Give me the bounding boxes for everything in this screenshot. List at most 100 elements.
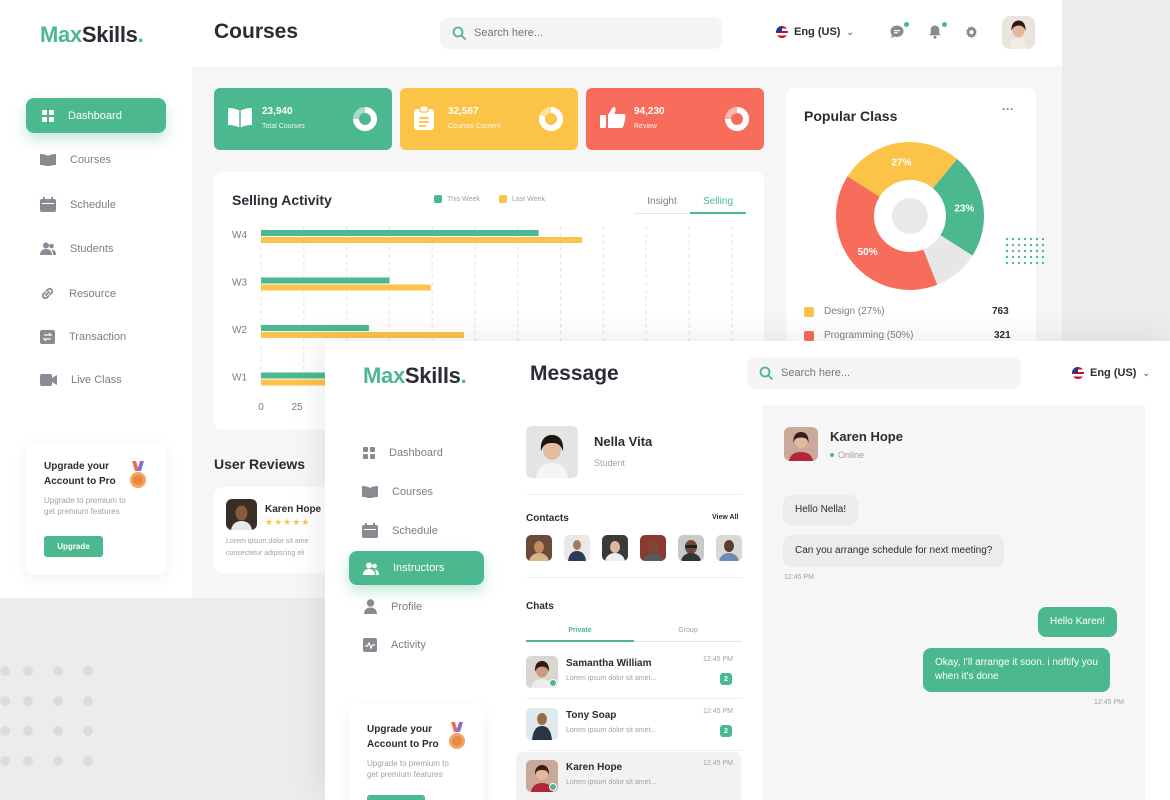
reviewer-avatar bbox=[226, 499, 257, 530]
chat-time: 12:45 PM bbox=[703, 708, 733, 715]
nav-label: Courses bbox=[70, 153, 111, 166]
slice-label: 23% bbox=[954, 203, 974, 214]
legend-swatch bbox=[804, 306, 814, 317]
divider bbox=[526, 577, 742, 578]
legend-label: This Week bbox=[447, 195, 480, 203]
contact-avatar[interactable] bbox=[640, 535, 666, 561]
profile-avatar[interactable] bbox=[526, 426, 578, 478]
stat-card-review[interactable]: 94,230 Review bbox=[586, 88, 764, 150]
nav-live-class[interactable]: Live Class bbox=[40, 374, 122, 386]
y-tick-label: W1 bbox=[232, 373, 247, 384]
bar-this-week bbox=[261, 372, 326, 379]
nav-schedule[interactable]: Schedule bbox=[362, 523, 438, 538]
message-window: MaxSkills. Message Eng (US) ⌄ Dashboard … bbox=[325, 341, 1170, 800]
language-label: Eng (US) bbox=[794, 26, 841, 38]
calendar-icon bbox=[362, 523, 378, 538]
review-text-line2: consectetur adipiscing eli bbox=[226, 550, 305, 557]
contact-avatar[interactable] bbox=[526, 535, 552, 561]
logo-max: Max bbox=[40, 22, 82, 47]
nav-dashboard[interactable]: Dashboard bbox=[363, 447, 443, 459]
legend-value: 321 bbox=[994, 330, 1011, 341]
upgrade-button[interactable] bbox=[367, 795, 425, 800]
divider bbox=[526, 698, 742, 699]
nav-label: Instructors bbox=[393, 562, 445, 574]
message-bubble-sent: Okay, I'll arrange it soon. i noftify yo… bbox=[923, 648, 1110, 692]
more-options-icon[interactable]: ··· bbox=[1002, 102, 1014, 116]
chat-icon[interactable] bbox=[889, 22, 909, 42]
legend-last-week: Last Week bbox=[499, 195, 545, 203]
chat-avatar bbox=[526, 708, 558, 740]
chat-item-samantha[interactable]: Samantha William Lorem ipsum dolor sit a… bbox=[516, 648, 741, 698]
chat-item-tony[interactable]: Tony Soap Lorem ipsum dolor sit amet... … bbox=[516, 700, 741, 750]
legend-swatch bbox=[499, 195, 507, 203]
search-bar[interactable] bbox=[747, 357, 1021, 389]
tab-selling[interactable]: Selling bbox=[690, 190, 746, 214]
tab-insight[interactable]: Insight bbox=[634, 190, 690, 214]
chat-item-karen[interactable]: Karen Hope Lorem ipsum dolor sit amet...… bbox=[516, 752, 741, 800]
contact-avatar[interactable] bbox=[716, 535, 742, 561]
stat-value: 94,230 bbox=[634, 106, 665, 117]
user-avatar[interactable] bbox=[1002, 16, 1035, 49]
logo[interactable]: MaxSkills. bbox=[40, 22, 144, 48]
logo[interactable]: MaxSkills. bbox=[363, 363, 467, 389]
stat-card-courses-content[interactable]: 32,567 Courses Content bbox=[400, 88, 578, 150]
contact-avatar[interactable] bbox=[602, 535, 628, 561]
chevron-down-icon: ⌄ bbox=[846, 26, 854, 37]
contact-avatar[interactable] bbox=[564, 535, 590, 561]
nav-activity[interactable]: Activity bbox=[363, 638, 426, 652]
nav-courses[interactable]: Courses bbox=[362, 485, 433, 498]
message-time: 12:45 PM bbox=[1094, 699, 1124, 706]
search-input[interactable] bbox=[781, 367, 981, 379]
bar-last-week bbox=[261, 284, 431, 291]
conversation-avatar[interactable] bbox=[784, 427, 818, 461]
popular-class-donut: 27% 23% 50% bbox=[836, 141, 984, 291]
slice-label: 50% bbox=[858, 247, 878, 258]
nav-dashboard[interactable]: Dashboard bbox=[26, 98, 166, 133]
tab-private[interactable]: Private bbox=[526, 620, 634, 642]
search-bar[interactable] bbox=[440, 17, 722, 49]
logo-skills: Skills bbox=[404, 363, 461, 388]
contact-avatar[interactable] bbox=[678, 535, 704, 561]
search-input[interactable] bbox=[474, 27, 674, 39]
gear-icon[interactable] bbox=[964, 25, 982, 43]
nav-courses[interactable]: Courses bbox=[40, 153, 111, 166]
nav-students[interactable]: Students bbox=[40, 242, 113, 255]
view-all-link[interactable]: View All bbox=[712, 514, 738, 521]
stat-donut bbox=[539, 107, 563, 131]
language-selector[interactable]: Eng (US) ⌄ bbox=[776, 26, 854, 38]
stat-label: Courses Content bbox=[448, 123, 501, 130]
nav-schedule[interactable]: Schedule bbox=[40, 197, 116, 212]
bar-last-week bbox=[261, 332, 465, 338]
online-status: Online bbox=[830, 450, 864, 460]
upgrade-subtitle-line2: get premium features bbox=[44, 507, 120, 516]
status-dot bbox=[830, 453, 834, 457]
language-selector[interactable]: Eng (US) ⌄ bbox=[1072, 367, 1150, 379]
message-time: 12:45 PM bbox=[784, 574, 814, 581]
nav-label: Profile bbox=[391, 600, 423, 613]
nav-resource[interactable]: Resource bbox=[40, 286, 116, 301]
page-title: Message bbox=[530, 362, 619, 385]
rating-stars: ★★★★★ bbox=[265, 517, 311, 527]
donut-center bbox=[892, 198, 928, 234]
us-flag-icon bbox=[776, 26, 788, 38]
upgrade-card: Upgrade your Account to Pro Upgrade to p… bbox=[26, 443, 166, 575]
nav-label: Transaction bbox=[69, 331, 127, 343]
upgrade-subtitle-line1: Upgrade to premium to bbox=[367, 759, 449, 768]
nav-transaction[interactable]: Transaction bbox=[40, 330, 126, 344]
nav-profile[interactable]: Profile bbox=[364, 599, 422, 614]
nav-label: Live Class bbox=[71, 374, 122, 386]
legend-swatch bbox=[434, 195, 442, 203]
upgrade-button[interactable]: Upgrade bbox=[44, 536, 103, 557]
us-flag-icon bbox=[1072, 367, 1084, 379]
legend-design: Design (27%) bbox=[804, 306, 885, 317]
bar-this-week bbox=[261, 230, 539, 236]
tab-group[interactable]: Group bbox=[634, 620, 742, 642]
bell-icon[interactable] bbox=[927, 22, 947, 42]
chat-preview: Lorem ipsum dolor sit amet... bbox=[566, 727, 657, 734]
stat-card-total-courses[interactable]: 23,940 Total Courses bbox=[214, 88, 392, 150]
y-tick-label: W4 bbox=[232, 230, 247, 241]
logo-dot: . bbox=[460, 363, 467, 388]
contacts-title: Contacts bbox=[526, 513, 569, 524]
unread-badge: 2 bbox=[720, 725, 732, 737]
nav-instructors[interactable]: Instructors bbox=[349, 551, 484, 585]
